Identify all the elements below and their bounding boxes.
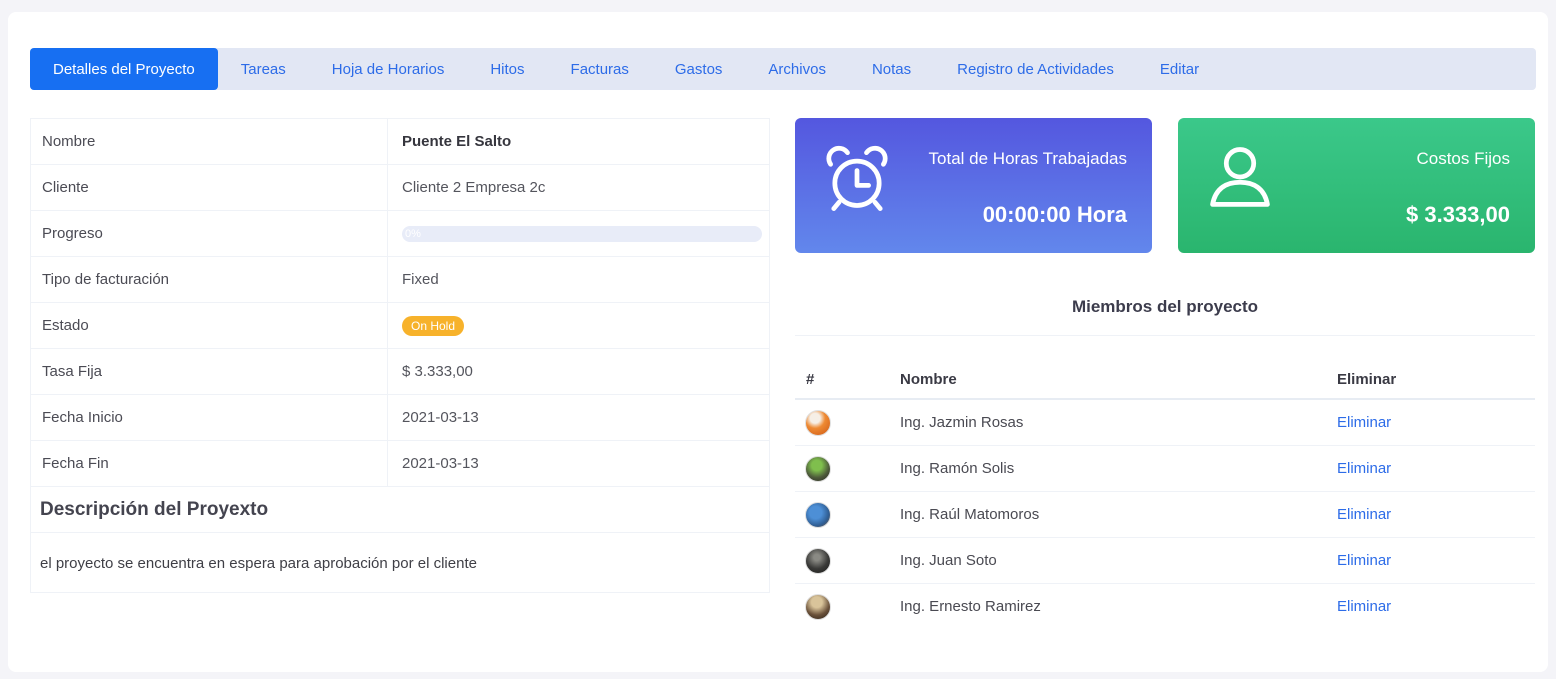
tab-archivos[interactable]: Archivos	[745, 48, 849, 90]
tab-hoja-de-horarios[interactable]: Hoja de Horarios	[309, 48, 468, 90]
detail-label-tipo-facturacion: Tipo de facturación	[31, 257, 388, 302]
detail-value-cliente: Cliente 2 Empresa 2c	[388, 165, 769, 210]
eliminar-link[interactable]: Eliminar	[1337, 552, 1391, 569]
member-row: Ing. Juan Soto Eliminar	[795, 538, 1535, 584]
member-row: Ing. Jazmin Rosas Eliminar	[795, 400, 1535, 446]
total-hours-title: Total de Horas Trabajadas	[929, 149, 1127, 169]
progress-bar: 0%	[402, 226, 762, 242]
table-row: Nombre Puente El Salto	[31, 119, 769, 165]
column-header-index: #	[806, 371, 814, 388]
person-icon	[1202, 140, 1278, 216]
detail-label-cliente: Cliente	[31, 165, 388, 210]
member-name: Ing. Jazmin Rosas	[900, 414, 1023, 431]
fixed-costs-title: Costos Fijos	[1416, 149, 1510, 169]
detail-label-nombre: Nombre	[31, 119, 388, 164]
column-header-eliminar: Eliminar	[1337, 371, 1396, 388]
alarm-clock-icon	[819, 140, 895, 216]
table-row: Fecha Inicio 2021-03-13	[31, 395, 769, 441]
tab-gastos[interactable]: Gastos	[652, 48, 746, 90]
table-row: Progreso 0%	[31, 211, 769, 257]
eliminar-link[interactable]: Eliminar	[1337, 506, 1391, 523]
detail-label-estado: Estado	[31, 303, 388, 348]
avatar	[805, 548, 831, 574]
project-details-table: Nombre Puente El Salto Cliente Cliente 2…	[30, 118, 770, 593]
member-row: Ing. Raúl Matomoros Eliminar	[795, 492, 1535, 538]
column-header-nombre: Nombre	[900, 371, 957, 388]
fixed-costs-card: Costos Fijos $ 3.333,00	[1178, 118, 1535, 253]
members-divider	[795, 335, 1535, 336]
members-section-title: Miembros del proyecto	[795, 297, 1535, 317]
eliminar-link[interactable]: Eliminar	[1337, 598, 1391, 615]
detail-label-fecha-fin: Fecha Fin	[31, 441, 388, 486]
table-row: Fecha Fin 2021-03-13	[31, 441, 769, 487]
progress-value: 0%	[405, 227, 421, 241]
total-hours-card: Total de Horas Trabajadas 00:00:00 Hora	[795, 118, 1152, 253]
project-detail-card: Detalles del Proyecto Tareas Hoja de Hor…	[8, 12, 1548, 672]
tab-tareas[interactable]: Tareas	[218, 48, 309, 90]
member-row: Ing. Ernesto Ramirez Eliminar	[795, 584, 1535, 630]
fixed-costs-value: $ 3.333,00	[1406, 202, 1510, 228]
total-hours-value: 00:00:00 Hora	[983, 202, 1127, 228]
description-title: Descripción del Proyexto	[31, 487, 769, 533]
detail-label-progreso: Progreso	[31, 211, 388, 256]
member-name: Ing. Ernesto Ramirez	[900, 598, 1041, 615]
tab-notas[interactable]: Notas	[849, 48, 934, 90]
member-name: Ing. Ramón Solis	[900, 460, 1014, 477]
description-text: el proyecto se encuentra en espera para …	[31, 533, 769, 593]
member-name: Ing. Juan Soto	[900, 552, 997, 569]
detail-value-tipo-facturacion: Fixed	[388, 257, 769, 302]
project-tabbar: Detalles del Proyecto Tareas Hoja de Hor…	[30, 48, 1536, 90]
members-table-header: # Nombre Eliminar	[795, 361, 1535, 400]
avatar	[805, 502, 831, 528]
detail-value-tasa-fija: $ 3.333,00	[388, 349, 769, 394]
member-name: Ing. Raúl Matomoros	[900, 506, 1039, 523]
table-row: Cliente Cliente 2 Empresa 2c	[31, 165, 769, 211]
table-row: Estado On Hold	[31, 303, 769, 349]
tab-registro-de-actividades[interactable]: Registro de Actividades	[934, 48, 1137, 90]
tab-editar[interactable]: Editar	[1137, 48, 1222, 90]
avatar	[805, 456, 831, 482]
avatar	[805, 410, 831, 436]
tab-hitos[interactable]: Hitos	[467, 48, 547, 90]
detail-label-fecha-inicio: Fecha Inicio	[31, 395, 388, 440]
table-row: Tipo de facturación Fixed	[31, 257, 769, 303]
eliminar-link[interactable]: Eliminar	[1337, 460, 1391, 477]
eliminar-link[interactable]: Eliminar	[1337, 414, 1391, 431]
member-row: Ing. Ramón Solis Eliminar	[795, 446, 1535, 492]
detail-value-fecha-fin: 2021-03-13	[388, 441, 769, 486]
detail-label-tasa-fija: Tasa Fija	[31, 349, 388, 394]
table-row: Tasa Fija $ 3.333,00	[31, 349, 769, 395]
members-table-body: Ing. Jazmin Rosas Eliminar Ing. Ramón So…	[795, 400, 1535, 630]
tab-facturas[interactable]: Facturas	[548, 48, 652, 90]
avatar	[805, 594, 831, 620]
tab-detalles-del-proyecto[interactable]: Detalles del Proyecto	[30, 48, 218, 90]
status-badge: On Hold	[402, 316, 464, 336]
detail-value-fecha-inicio: 2021-03-13	[388, 395, 769, 440]
detail-value-nombre: Puente El Salto	[388, 119, 769, 164]
